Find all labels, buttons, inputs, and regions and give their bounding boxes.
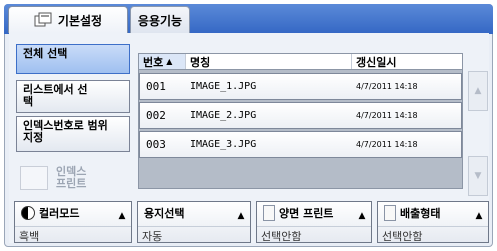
color-mode-value: 흑백 [19, 230, 40, 243]
scroll-down-button[interactable]: ▼ [468, 156, 488, 196]
select-from-list-label: 리스트에서 선택 [23, 83, 88, 108]
tab-basic-settings-label: 기본설정 [57, 13, 103, 28]
row-number: 003 [146, 138, 166, 151]
output-title: 배출형태 [400, 207, 441, 220]
duplex-print-value: 선택안함 [261, 230, 302, 243]
select-all-label: 전체 선택 [23, 47, 68, 60]
table-header: 번호 ▲ 명칭 갱신일시 [138, 53, 463, 70]
row-date: 4/7/2011 14:18 [356, 140, 418, 149]
index-print-label: 인덱스 프린트 [56, 165, 87, 190]
color-mode-title: 컬러모드 [39, 207, 80, 220]
row-number: 002 [146, 109, 166, 122]
row-number: 001 [146, 80, 166, 93]
paper-select-value: 자동 [142, 230, 163, 243]
column-header-date-label: 갱신일시 [356, 55, 397, 69]
duplex-print-title: 양면 프린트 [279, 207, 334, 220]
index-range-button[interactable]: 인덱스번호로 범위 지정 [16, 116, 130, 152]
select-from-list-button[interactable]: 리스트에서 선택 [16, 80, 130, 113]
tab-basic-settings[interactable]: 기본설정 [8, 6, 128, 33]
color-mode-button[interactable]: 컬러모드 ▲ 흑백 [14, 201, 132, 243]
arrow-up-icon: ▲ [474, 86, 482, 96]
row-name: IMAGE_3.JPG [190, 139, 257, 150]
index-range-label: 인덱스번호로 범위 지정 [23, 119, 108, 144]
copy-settings-icon [34, 12, 54, 28]
column-header-date[interactable]: 갱신일시 [352, 54, 462, 69]
arrow-down-icon: ▼ [474, 171, 482, 181]
column-header-number[interactable]: 번호 ▲ [139, 54, 186, 69]
tab-advanced-label: 응용기능 [137, 13, 183, 28]
row-date: 4/7/2011 14:18 [356, 111, 418, 120]
output-icon [384, 205, 396, 221]
paper-select-title: 용지선택 [144, 207, 185, 220]
row-name: IMAGE_1.JPG [190, 81, 257, 92]
table-row[interactable]: 002 IMAGE_2.JPG 4/7/2011 14:18 [139, 102, 462, 129]
scroll-up-button[interactable]: ▲ [468, 71, 488, 111]
duplex-print-button[interactable]: 양면 프린트 ▲ 선택안함 [256, 201, 372, 243]
row-date: 4/7/2011 14:18 [356, 82, 418, 91]
sort-ascending-icon: ▲ [166, 57, 173, 66]
duplex-icon [263, 205, 275, 221]
index-print-checkbox [20, 166, 48, 190]
table-row[interactable]: 003 IMAGE_3.JPG 4/7/2011 14:18 [139, 131, 462, 158]
column-header-name-label: 명칭 [190, 55, 211, 69]
column-header-name[interactable]: 명칭 [186, 54, 352, 69]
index-print-button[interactable]: 인덱스 프린트 [20, 165, 132, 191]
row-name: IMAGE_2.JPG [190, 110, 257, 121]
tab-advanced[interactable]: 응용기능 [130, 6, 190, 33]
paper-select-button[interactable]: 용지선택 ▲ 자동 [137, 201, 251, 243]
color-mode-icon [21, 206, 35, 220]
output-button[interactable]: 배출형태 ▲ 선택안함 [377, 201, 489, 243]
column-header-number-label: 번호 [143, 55, 164, 69]
table-row[interactable]: 001 IMAGE_1.JPG 4/7/2011 14:18 [139, 73, 462, 100]
select-all-button[interactable]: 전체 선택 [16, 44, 130, 74]
output-value: 선택안함 [382, 230, 423, 243]
